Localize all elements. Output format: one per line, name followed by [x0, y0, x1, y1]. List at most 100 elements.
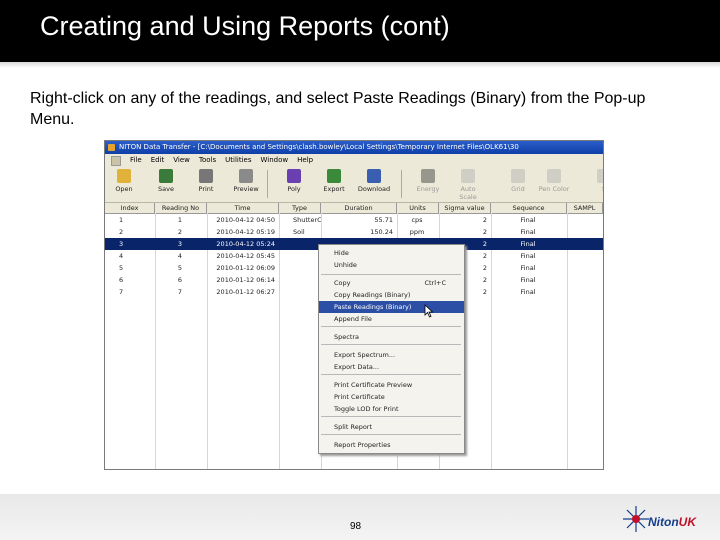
toolbar: Open Save Print Preview Poly Export Download En…	[105, 166, 603, 203]
toolbar-save-button[interactable]: Save	[149, 168, 183, 200]
toolbar-energy-button[interactable]: Energy	[411, 168, 445, 200]
app-icon	[108, 144, 115, 151]
toolbar-label: S	[602, 185, 603, 193]
cell-units: ppm	[409, 228, 425, 236]
logo-text-niton: Niton	[648, 515, 679, 529]
menu-window[interactable]: Window	[261, 154, 289, 166]
menu-edit[interactable]: Edit	[151, 154, 165, 166]
export-icon	[327, 169, 341, 183]
energy-chart-icon	[421, 169, 435, 183]
menu-tools[interactable]: Tools	[199, 154, 216, 166]
toolbar-label: Print	[198, 185, 214, 193]
context-item-spectra[interactable]: Spectra	[319, 331, 464, 343]
menu-separator	[321, 374, 461, 375]
context-item-export-spectrum[interactable]: Export Spectrum...	[319, 349, 464, 361]
printer-icon	[199, 169, 213, 183]
table-row[interactable]: 2 2 2010-04-12 05:19 Soil 150.24 ppm 2 Final	[105, 226, 603, 238]
cell-reading: 2	[177, 228, 183, 236]
column-header-duration[interactable]: Duration	[321, 203, 397, 213]
cell-units: cps	[411, 216, 423, 224]
download-icon	[367, 169, 381, 183]
app-title-text: NITON Data Transfer - [C:\Documents and …	[119, 143, 519, 151]
menu-help[interactable]: Help	[297, 154, 313, 166]
toolbar-label: Poly	[287, 185, 301, 193]
column-header-reading-no[interactable]: Reading No	[155, 203, 207, 213]
toolbar-auto-scale-button[interactable]: Auto Scale	[451, 168, 485, 201]
menu-separator	[321, 434, 461, 435]
column-header-type[interactable]: Type	[279, 203, 321, 213]
toolbar-poly-button[interactable]: Poly	[277, 168, 311, 200]
context-item-label: Spectra	[334, 333, 360, 341]
context-item-label: Copy	[334, 279, 351, 287]
toolbar-label: Energy	[416, 185, 440, 193]
cell-index: 4	[119, 252, 124, 260]
context-item-paste-readings-binary[interactable]: Paste Readings (Binary)	[319, 301, 464, 313]
cell-time: 2010-01-12 06:14	[216, 276, 275, 284]
context-item-copy-readings-binary[interactable]: Copy Readings (Binary)	[319, 289, 464, 301]
column-header-time[interactable]: Time	[207, 203, 279, 213]
context-item-label: Print Certificate Preview	[334, 381, 413, 389]
context-item-append-file[interactable]: Append File	[319, 313, 464, 325]
menu-utilities[interactable]: Utilities	[225, 154, 251, 166]
context-item-toggle-lod-for-print[interactable]: Toggle LOD for Print	[319, 403, 464, 415]
page-number: 98	[350, 521, 362, 532]
toolbar-label: Save	[158, 185, 174, 193]
auto-scale-icon	[461, 169, 475, 183]
context-item-copy[interactable]: Copy Ctrl+C	[319, 277, 464, 289]
context-item-split-report[interactable]: Split Report	[319, 421, 464, 433]
context-item-hide[interactable]: Hide	[319, 247, 464, 259]
cell-duration: 150.24	[370, 228, 393, 236]
toolbar-open-button[interactable]: Open	[107, 168, 141, 200]
cell-reading: 1	[177, 216, 183, 224]
table-row[interactable]: 1 1 2010-04-12 04:50 ShutterCal 55.71 cps 2 Fin…	[105, 214, 603, 226]
column-header-sigma-value[interactable]: Sigma value	[439, 203, 491, 213]
column-header-index[interactable]: Index	[105, 203, 155, 213]
column-header-sequence[interactable]: Sequence	[491, 203, 567, 213]
context-item-print-certificate-preview[interactable]: Print Certificate Preview	[319, 379, 464, 391]
menu-separator	[321, 326, 461, 327]
toolbar-export-button[interactable]: Export	[317, 168, 351, 200]
context-item-label: Hide	[334, 249, 349, 257]
cell-sequence: Final	[520, 216, 536, 224]
menu-file[interactable]: File	[130, 154, 142, 166]
instruction-text: Right-click on any of the readings, and …	[30, 90, 646, 128]
cell-reading: 4	[177, 252, 183, 260]
cell-type	[293, 250, 321, 262]
cell-sequence: Final	[520, 276, 536, 284]
column-header-units[interactable]: Units	[397, 203, 439, 213]
context-item-label: Export Data...	[334, 363, 380, 371]
context-item-export-data[interactable]: Export Data...	[319, 361, 464, 373]
context-item-label: Unhide	[334, 261, 357, 269]
cell-index: 3	[119, 240, 124, 248]
cell-sequence: Final	[520, 288, 536, 296]
cell-index: 6	[119, 276, 124, 284]
cell-type: Soil	[293, 228, 305, 236]
menu-view[interactable]: View	[173, 154, 190, 166]
open-folder-icon	[117, 169, 131, 183]
context-item-label: Report Properties	[334, 441, 391, 449]
toolbar-preview-button[interactable]: Preview	[229, 168, 263, 200]
context-item-unhide[interactable]: Unhide	[319, 259, 464, 271]
context-item-label: Split Report	[334, 423, 373, 431]
context-item-report-properties[interactable]: Report Properties	[319, 439, 464, 451]
menu-separator	[321, 274, 461, 275]
toolbar-download-button[interactable]: Download	[357, 168, 391, 200]
context-item-label: Copy Readings (Binary)	[334, 291, 411, 299]
toolbar-pen-color-button[interactable]: Pen Color	[537, 168, 571, 200]
context-item-print-certificate[interactable]: Print Certificate	[319, 391, 464, 403]
cell-index: 7	[119, 288, 124, 296]
cell-index: 1	[119, 216, 124, 224]
toolbar-grid-button[interactable]: Grid	[501, 168, 535, 200]
cell-index: 2	[119, 228, 124, 236]
menu-separator	[321, 344, 461, 345]
context-menu: Hide Unhide Copy Ctrl+C Copy Readings (Binar…	[318, 244, 465, 454]
cell-sigma: 2	[482, 216, 487, 224]
toolbar-label: Export	[323, 185, 345, 193]
print-preview-icon	[239, 169, 253, 183]
context-item-label: Append File	[334, 315, 372, 323]
cell-reading: 7	[177, 288, 183, 296]
toolbar-s-button[interactable]: S	[587, 168, 603, 200]
column-header-sampl[interactable]: SAMPL	[567, 203, 603, 213]
cell-index: 5	[119, 264, 124, 272]
toolbar-print-button[interactable]: Print	[189, 168, 223, 200]
